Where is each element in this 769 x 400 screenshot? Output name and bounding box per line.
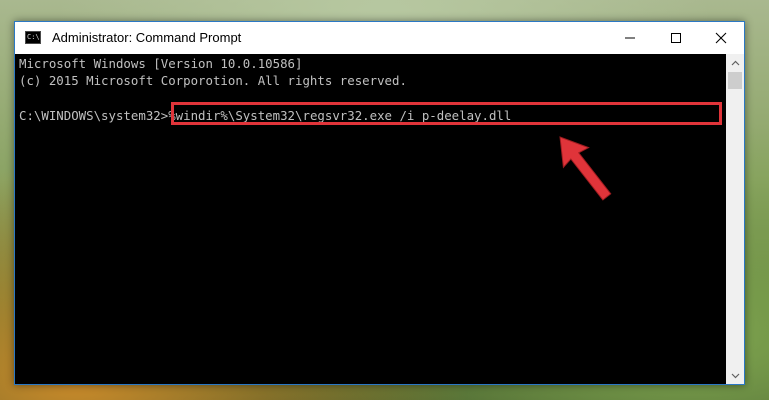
maximize-icon [671,32,681,43]
title-bar[interactable]: C:\ Administrator: Command Prompt [15,22,744,54]
vertical-scrollbar[interactable] [726,54,744,384]
copyright-line: (c) 2015 Microsoft Corporotion. All righ… [19,73,407,88]
command-highlight-box [171,102,722,125]
cmd-app-icon[interactable]: C:\ [25,31,41,44]
prompt-text: C:\WINDOWS\system32> [19,108,169,123]
chevron-up-icon [731,60,739,65]
version-line: Microsoft Windows [Version 10.0.10586] [19,56,303,71]
console-output[interactable]: Microsoft Windows [Version 10.0.10586] (… [15,54,726,384]
scroll-up-button[interactable] [726,54,744,71]
scroll-thumb[interactable] [728,72,742,89]
chevron-down-icon [731,373,739,378]
close-button[interactable] [698,22,744,53]
scroll-down-button[interactable] [726,367,744,384]
minimize-icon [625,37,635,38]
red-arrow-icon [559,136,612,201]
window-title: Administrator: Command Prompt [52,30,242,45]
minimize-button[interactable] [607,22,653,53]
close-icon [715,32,727,43]
cmd-icon-glyph: C:\ [27,33,40,41]
maximize-button[interactable] [653,22,699,53]
command-prompt-window: C:\ Administrator: Command Prompt Micros… [14,21,745,385]
